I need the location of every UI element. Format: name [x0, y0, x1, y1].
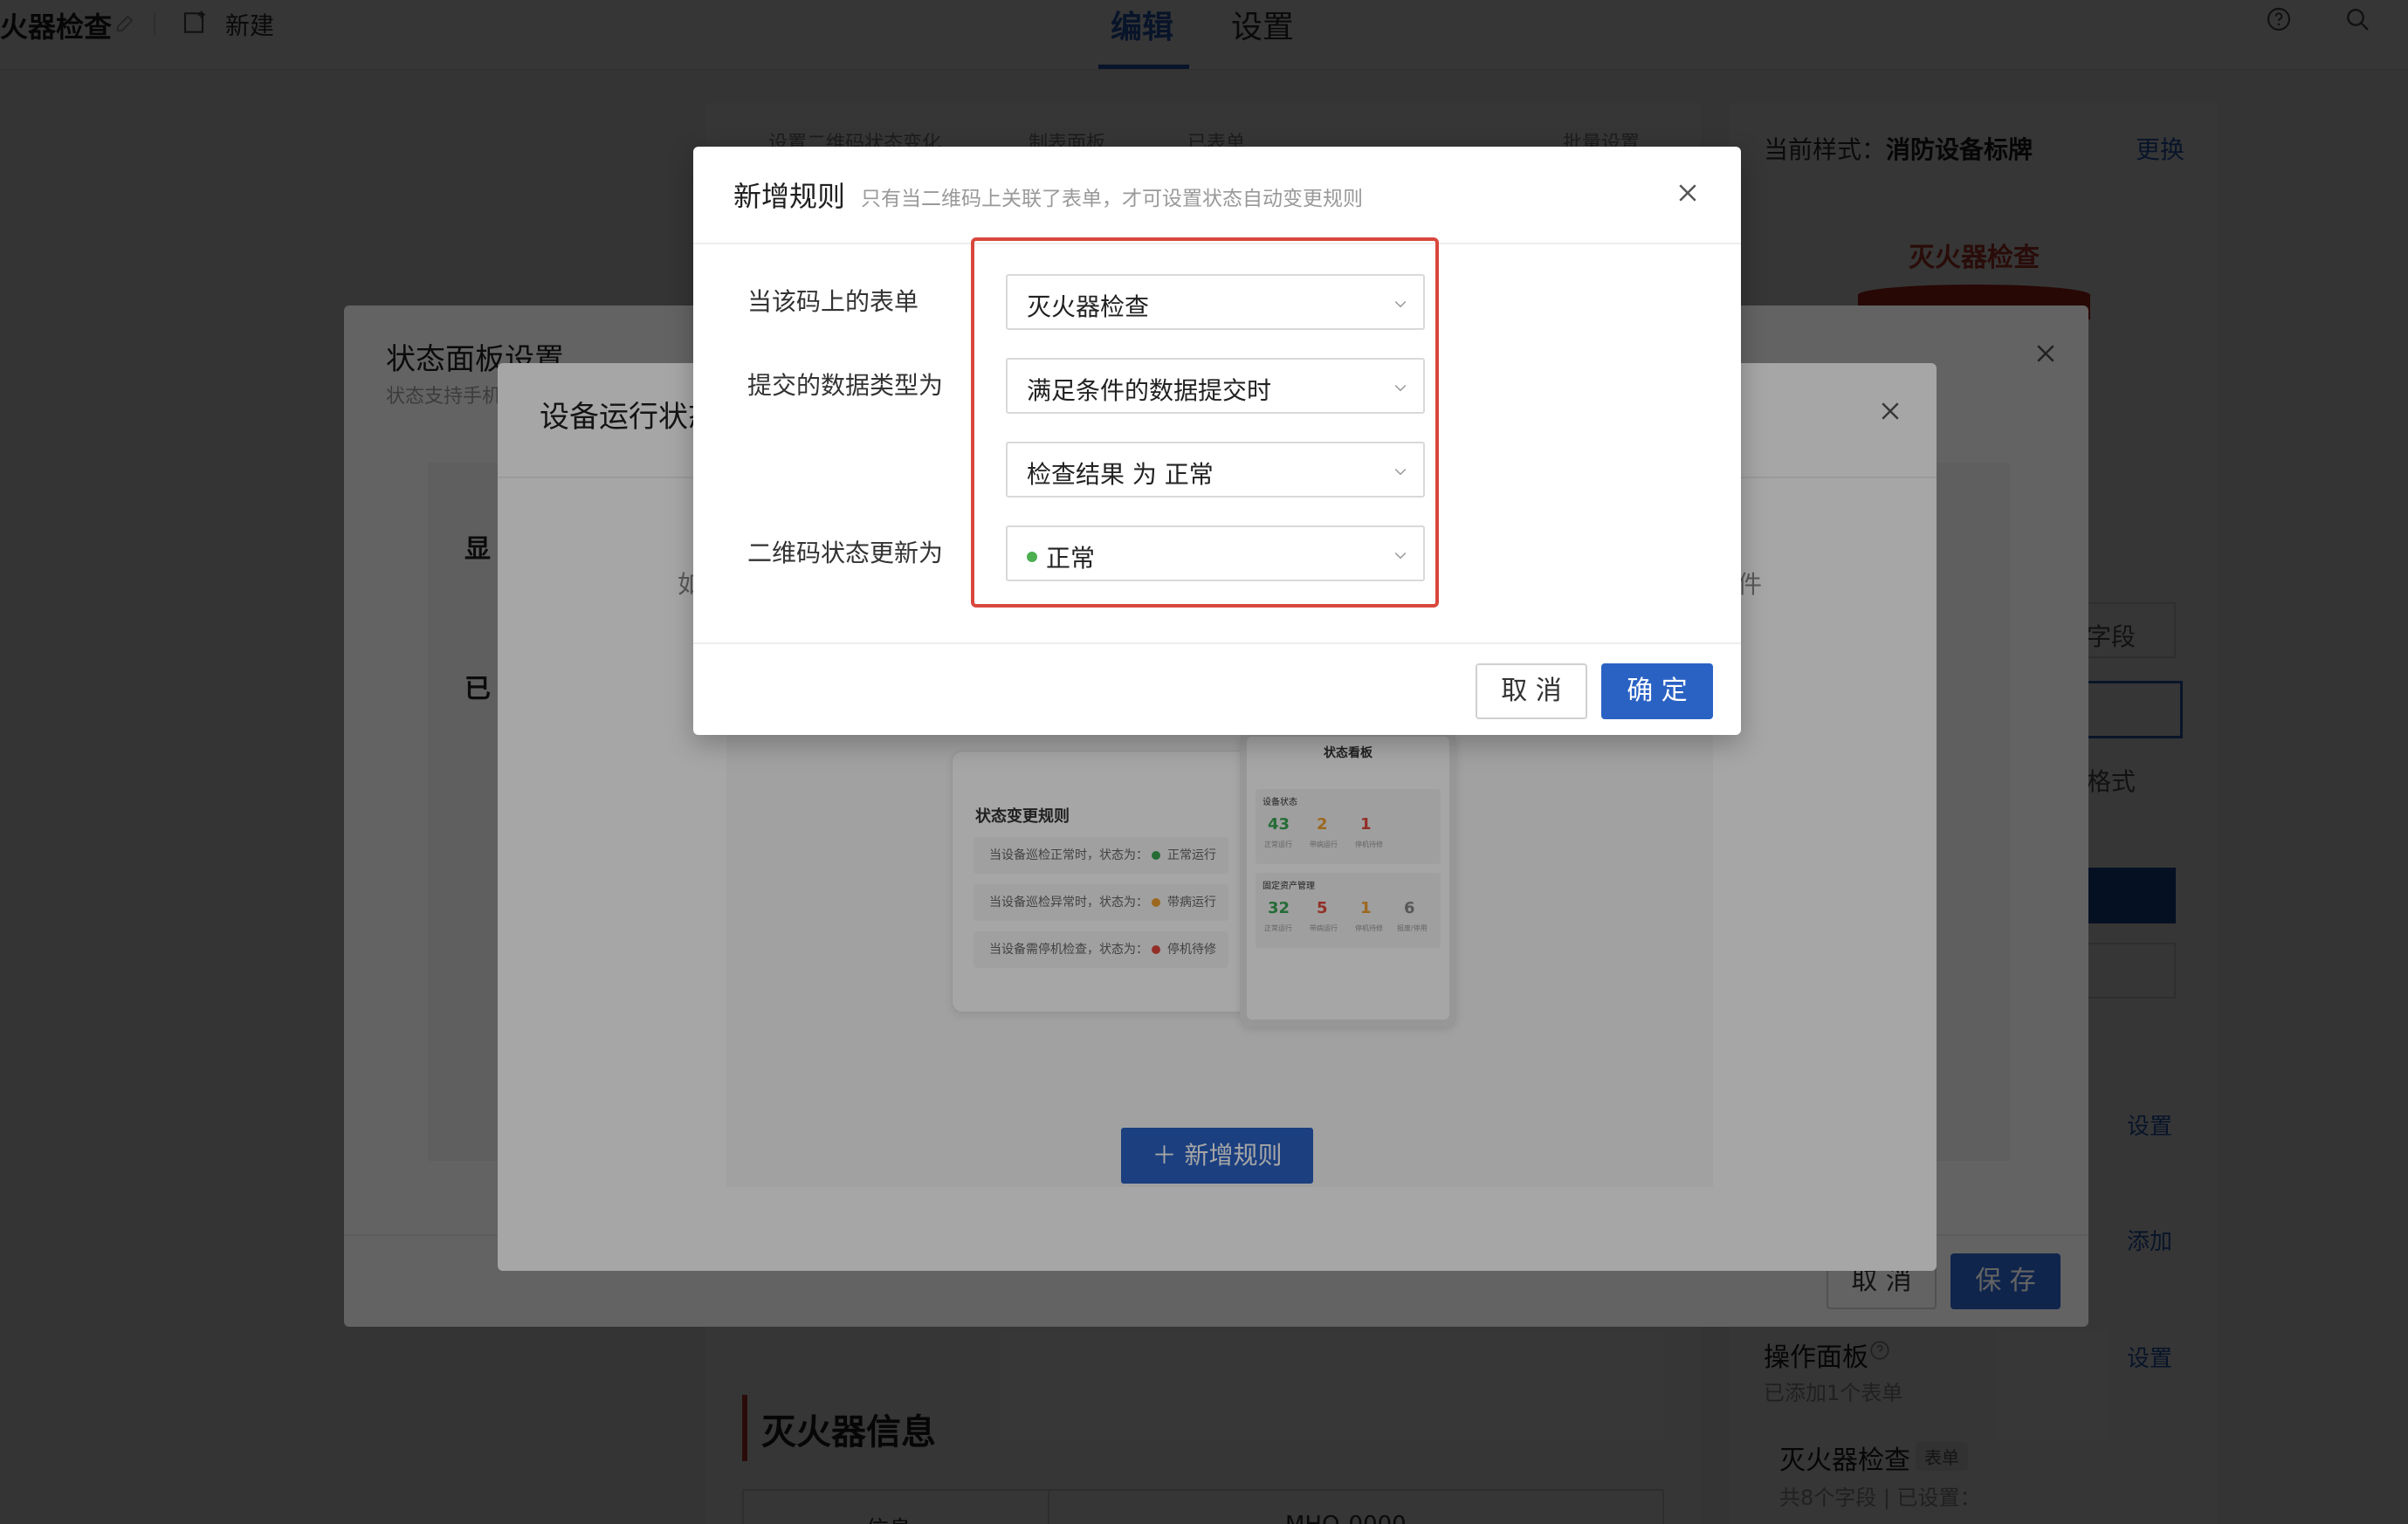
confirm-button[interactable]: 确 定	[1601, 663, 1713, 719]
chevron-down-icon	[1394, 384, 1407, 392]
close-icon[interactable]	[1675, 180, 1701, 206]
cancel-button[interactable]: 取 消	[1476, 663, 1587, 719]
chevron-down-icon	[1394, 300, 1407, 308]
dialog-subtitle: 只有当二维码上关联了表单，才可设置状态自动变更规则	[861, 188, 1363, 210]
status-select[interactable]: 正常	[1006, 525, 1425, 581]
select-value: 正常	[1046, 544, 1096, 573]
status-label: 二维码状态更新为	[747, 539, 944, 567]
dialog-footer-divider	[693, 642, 1741, 644]
data-type-label: 提交的数据类型为	[747, 371, 944, 400]
status-dot-icon	[1027, 552, 1037, 562]
chevron-down-icon	[1394, 468, 1407, 476]
data-type-select[interactable]: 满足条件的数据提交时	[1006, 358, 1425, 414]
form-label: 当该码上的表单	[747, 287, 919, 316]
add-rule-dialog: 新增规则 只有当二维码上关联了表单，才可设置状态自动变更规则 当该码上的表单 提…	[693, 147, 1741, 735]
select-value: 检查结果 为 正常	[1027, 460, 1214, 489]
select-value: 灭火器检查	[1027, 292, 1150, 321]
form-select[interactable]: 灭火器检查	[1006, 274, 1425, 330]
chevron-down-icon	[1394, 552, 1407, 559]
condition-select[interactable]: 检查结果 为 正常	[1006, 442, 1425, 498]
select-value: 满足条件的数据提交时	[1027, 376, 1272, 405]
dialog-title: 新增规则	[733, 180, 846, 213]
